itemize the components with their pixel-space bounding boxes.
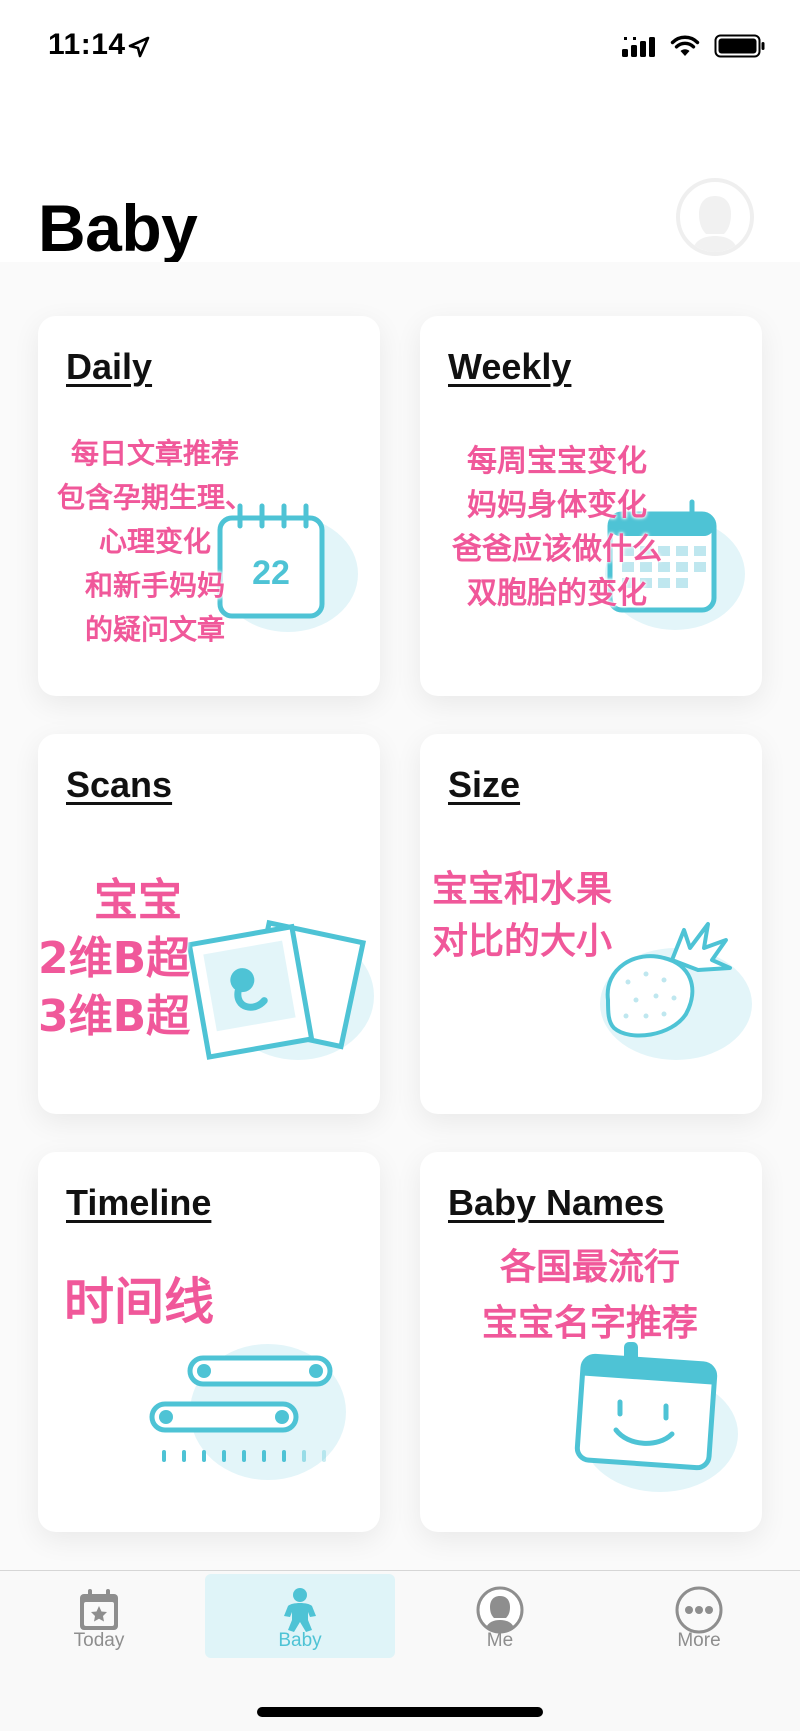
scans-note: 宝宝 2维B超 3维B超 xyxy=(38,872,238,1046)
scans-card[interactable]: Scans 宝宝 2维B超 3维B超 xyxy=(38,734,380,1114)
baby-icon xyxy=(284,1588,316,1632)
note-line: 时间线 xyxy=(64,1273,214,1331)
timeline-card[interactable]: Timeline 时间线 xyxy=(38,1152,380,1532)
note-line: 宝宝和水果 xyxy=(432,869,613,910)
avatar-silhouette-icon xyxy=(692,196,738,252)
daily-note: 每日文章推荐 包含孕期生理、 心理变化 和新手妈妈 的疑问文章 xyxy=(40,432,270,652)
page-header: Baby xyxy=(0,150,800,270)
tab-more[interactable]: More xyxy=(604,1574,794,1658)
note-line: 心理变化 xyxy=(98,525,211,558)
name-tag-illustration-icon xyxy=(574,1342,738,1492)
tab-today[interactable]: Today xyxy=(4,1574,194,1658)
card-title: Size xyxy=(448,764,521,805)
note-line: 每周宝宝变化 xyxy=(467,444,647,479)
note-line: 包含孕期生理、 xyxy=(56,481,253,514)
daily-card[interactable]: Daily 22 每日文章推荐 包含孕期生理、 心理变化 和新手妈妈 的疑问文章 xyxy=(38,316,380,696)
note-line: 每日文章推荐 xyxy=(70,437,239,470)
status-time: 11:14 xyxy=(48,28,126,61)
timeline-illustration-icon xyxy=(149,1344,346,1480)
tab-bar: Today Baby Me More xyxy=(0,1570,800,1731)
card-grid: Daily 22 每日文章推荐 包含孕期生理、 心理变化 和新手妈妈 的疑问文章… xyxy=(0,262,800,1570)
page-title: Baby xyxy=(38,191,198,265)
wifi-icon xyxy=(670,35,700,56)
status-bar: 11:14 xyxy=(0,0,800,100)
note-line: 爸爸应该做什么 xyxy=(452,532,662,567)
more-dots-icon xyxy=(675,1586,723,1634)
location-arrow-icon xyxy=(128,36,150,58)
calendar-star-icon xyxy=(80,1589,118,1630)
home-indicator[interactable] xyxy=(257,1707,543,1717)
status-indicators xyxy=(622,34,766,58)
card-title: Daily xyxy=(66,346,153,387)
tab-me[interactable]: Me xyxy=(405,1574,595,1658)
card-title: Weekly xyxy=(448,346,572,387)
note-line: 宝宝 xyxy=(94,875,182,926)
tab-baby[interactable]: Baby xyxy=(205,1574,395,1658)
weekly-card[interactable]: Weekly 每周宝宝变化 妈妈身体变化 爸爸应该做什么 双胞胎的变化 xyxy=(420,316,762,696)
note-line: 3维B超 xyxy=(38,991,191,1042)
profile-avatar-button[interactable] xyxy=(676,178,754,256)
timeline-note: 时间线 xyxy=(64,1272,284,1332)
card-title: Timeline xyxy=(66,1182,212,1223)
baby-names-note: 各国最流行 宝宝名字推荐 xyxy=(440,1240,740,1352)
cellular-signal-icon xyxy=(622,37,655,57)
note-line: 和新手妈妈 xyxy=(84,569,225,602)
size-note: 宝宝和水果 对比的大小 xyxy=(432,864,682,968)
note-line: 对比的大小 xyxy=(432,921,613,962)
battery-icon xyxy=(714,34,765,58)
card-title: Scans xyxy=(66,764,173,805)
person-icon xyxy=(476,1586,524,1634)
note-line: 双胞胎的变化 xyxy=(467,576,647,611)
note-line: 2维B超 xyxy=(38,933,191,984)
size-card[interactable]: Size 宝宝和水果 对比的大小 xyxy=(420,734,762,1114)
note-line: 各国最流行 xyxy=(499,1247,680,1288)
weekly-note: 每周宝宝变化 妈妈身体变化 爸爸应该做什么 双胞胎的变化 xyxy=(422,440,692,616)
note-line: 宝宝名字推荐 xyxy=(481,1303,698,1344)
note-line: 的疑问文章 xyxy=(84,613,225,646)
card-title: Baby Names xyxy=(448,1182,665,1223)
note-line: 妈妈身体变化 xyxy=(467,488,647,523)
baby-names-card[interactable]: Baby Names 各国最流行 宝宝名字推荐 xyxy=(420,1152,762,1532)
